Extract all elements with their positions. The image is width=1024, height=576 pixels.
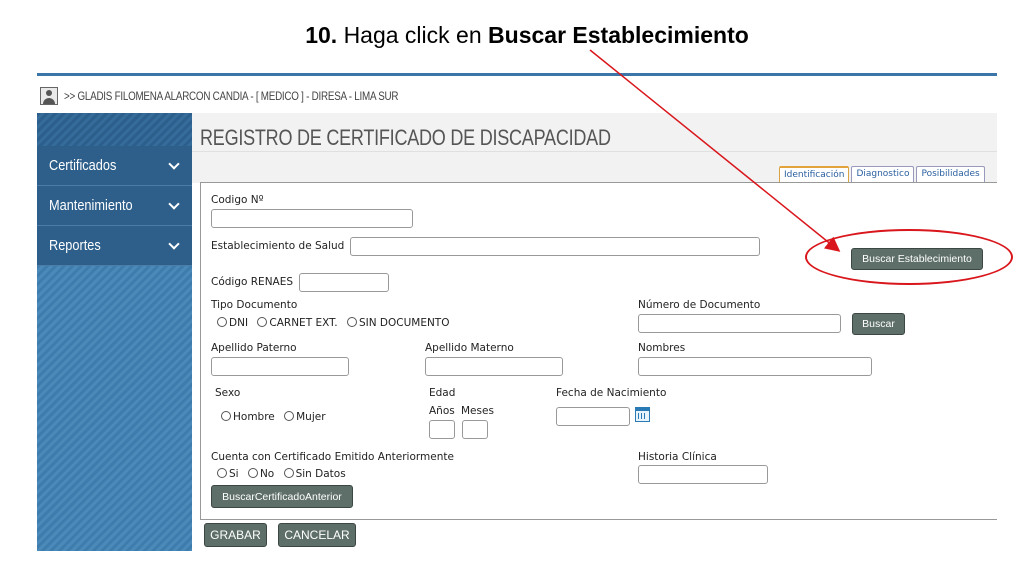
annotation-arrow [589,49,841,252]
